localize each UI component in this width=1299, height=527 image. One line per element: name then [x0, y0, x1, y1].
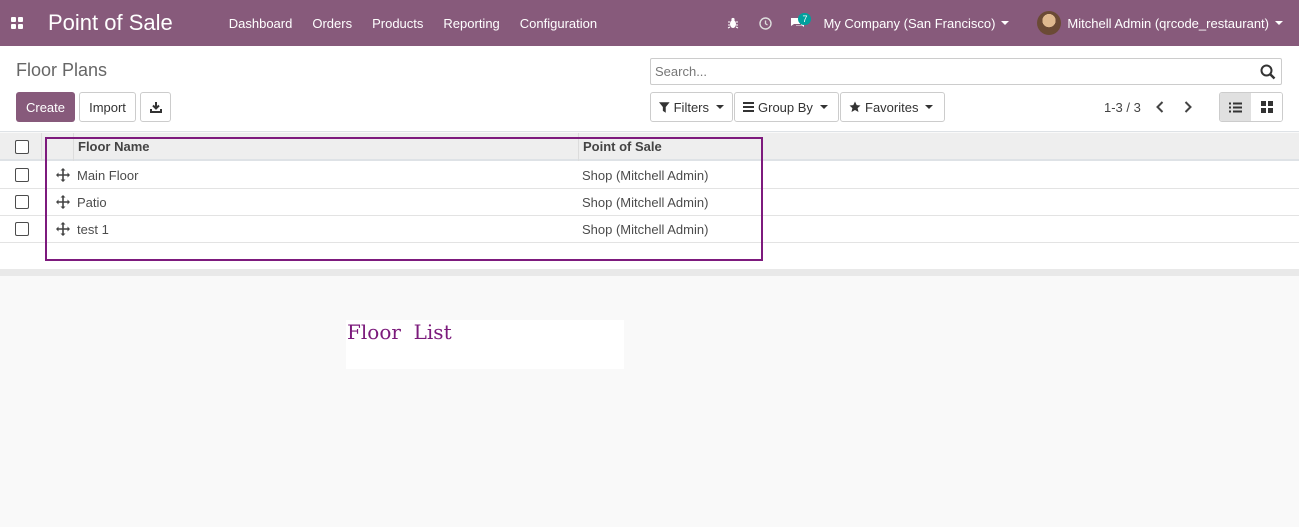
star-icon	[849, 101, 861, 112]
top-navbar: Point of Sale Dashboard Orders Products …	[0, 0, 1299, 46]
bug-icon[interactable]	[717, 0, 749, 46]
row-checkbox[interactable]	[15, 168, 29, 182]
messages-badge: 7	[798, 13, 812, 25]
control-panel: Floor Plans Create Import Filters Group …	[0, 46, 1299, 132]
chevron-right-icon[interactable]	[1177, 96, 1199, 118]
app-title[interactable]: Point of Sale	[48, 10, 173, 36]
chat-icon[interactable]: 7	[781, 0, 813, 46]
pager-value[interactable]: 1-3 / 3	[1104, 100, 1141, 115]
menu-item-reporting[interactable]: Reporting	[433, 16, 509, 31]
menu-item-products[interactable]: Products	[362, 16, 433, 31]
download-icon	[149, 102, 162, 113]
filters-button[interactable]: Filters	[650, 92, 733, 122]
list-view-icon[interactable]	[1220, 93, 1251, 121]
menu-item-orders[interactable]: Orders	[302, 16, 362, 31]
user-menu[interactable]: Mitchell Admin (qrcode_restaurant)	[1037, 11, 1283, 35]
table-footer	[0, 269, 1299, 276]
row-checkbox[interactable]	[15, 222, 29, 236]
avatar	[1037, 11, 1062, 35]
download-button[interactable]	[140, 92, 171, 122]
column-divider	[41, 133, 42, 161]
navbar-right: 7 My Company (San Francisco) Mitchell Ad…	[717, 0, 1299, 46]
clock-icon[interactable]	[749, 0, 781, 46]
annotation-caption: Floor List	[346, 320, 624, 369]
search-box	[650, 58, 1282, 85]
company-switcher[interactable]: My Company (San Francisco)	[823, 15, 1010, 31]
menu-item-dashboard[interactable]: Dashboard	[219, 16, 303, 31]
filters-label: Filters	[673, 99, 709, 115]
menu-item-configuration[interactable]: Configuration	[510, 16, 607, 31]
favorites-button[interactable]: Favorites	[840, 92, 945, 122]
favorites-label: Favorites	[865, 99, 919, 115]
user-name: Mitchell Admin (qrcode_restaurant)	[1067, 15, 1269, 31]
apps-icon[interactable]	[0, 0, 34, 46]
chevron-down-icon	[1001, 21, 1010, 25]
chevron-down-icon	[819, 105, 828, 109]
filter-icon	[659, 101, 670, 113]
breadcrumb: Floor Plans	[16, 60, 108, 80]
create-button[interactable]: Create	[16, 92, 75, 122]
list-icon	[743, 102, 754, 112]
search-icon[interactable]	[1259, 63, 1277, 81]
main-menu: Dashboard Orders Products Reporting Conf…	[219, 0, 607, 46]
search-input[interactable]	[655, 62, 1245, 81]
groupby-label: Group By	[758, 99, 813, 115]
groupby-button[interactable]: Group By	[734, 92, 839, 122]
highlight-box	[45, 137, 763, 261]
chevron-down-icon	[716, 105, 724, 109]
row-checkbox[interactable]	[15, 195, 29, 209]
chevron-down-icon	[1275, 21, 1283, 25]
company-label: My Company (San Francisco)	[823, 15, 996, 31]
import-button[interactable]: Import	[79, 92, 136, 122]
kanban-view-icon[interactable]	[1251, 93, 1282, 121]
caption-text: Floor List	[347, 320, 452, 344]
view-switcher	[1219, 92, 1283, 122]
select-all-checkbox[interactable]	[15, 140, 29, 154]
chevron-left-icon[interactable]	[1149, 96, 1171, 118]
chevron-down-icon	[925, 105, 934, 109]
